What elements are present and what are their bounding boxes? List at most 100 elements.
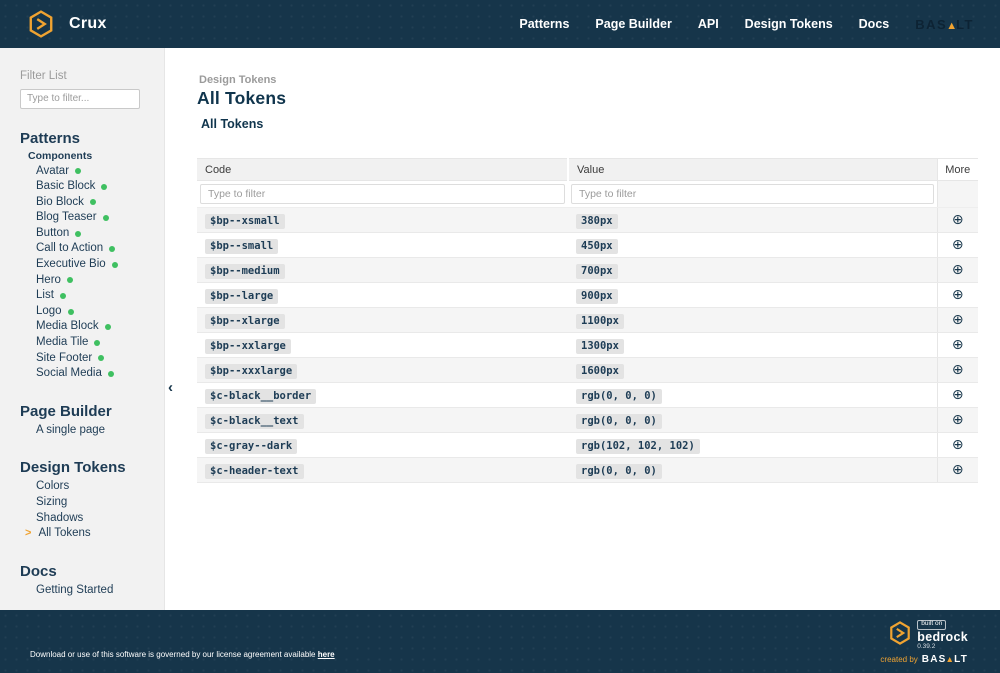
nav-item-page-builder[interactable]: Page Builder [595, 17, 671, 31]
sidebar-item-label: Bio Block [36, 195, 84, 211]
sidebar-item-all-tokens-active[interactable]: >All Tokens [36, 526, 156, 542]
license-here-link[interactable]: here [318, 650, 335, 659]
sidebar: Filter List Patterns Components Avatar B… [0, 48, 165, 610]
page-title: All Tokens [197, 88, 978, 109]
expand-row-button[interactable]: ⊕ [952, 338, 964, 352]
status-dot-icon [68, 309, 74, 315]
token-value: 900px [576, 289, 618, 304]
token-value: 1600px [576, 364, 624, 379]
expand-row-button[interactable]: ⊕ [952, 213, 964, 227]
sidebar-item-label: Sizing [36, 495, 67, 511]
nav-item-docs[interactable]: Docs [859, 17, 890, 31]
sidebar-item-avatar[interactable]: Avatar [36, 164, 156, 180]
column-header-more: More [937, 159, 978, 181]
token-value: 450px [576, 239, 618, 254]
token-value: rgb(0, 0, 0) [576, 414, 662, 429]
basalt-text: BAS [915, 17, 947, 32]
sidebar-item-blog-teaser[interactable]: Blog Teaser [36, 210, 156, 226]
code-filter-input[interactable] [200, 184, 565, 204]
sidebar-heading-page-builder[interactable]: Page Builder [20, 403, 156, 420]
token-code: $c-gray--dark [205, 439, 297, 454]
sidebar-item-sizing[interactable]: Sizing [36, 495, 156, 511]
basalt-footer-logo[interactable]: BAS▲LT [922, 654, 968, 665]
table-row: $bp--xsmall 380px ⊕ [197, 208, 978, 233]
expand-row-button[interactable]: ⊕ [952, 313, 964, 327]
tokens-table: Code Value More $bp--xsmall 380px ⊕ [197, 158, 978, 483]
footer-brand-block: built on bedrock 0.39.2 created by BAS▲L… [880, 620, 968, 665]
sidebar-filter-input[interactable] [20, 89, 140, 109]
sidebar-item-logo[interactable]: Logo [36, 304, 156, 320]
created-by-label: created by [880, 655, 917, 664]
token-value: rgb(102, 102, 102) [576, 439, 700, 454]
sidebar-item-basic-block[interactable]: Basic Block [36, 179, 156, 195]
sidebar-item-label: Avatar [36, 164, 69, 180]
sidebar-collapse-chevron-icon[interactable]: ‹ [168, 380, 173, 395]
sidebar-item-media-block[interactable]: Media Block [36, 319, 156, 335]
expand-row-button[interactable]: ⊕ [952, 388, 964, 402]
expand-row-button[interactable]: ⊕ [952, 263, 964, 277]
bedrock-meta: built on bedrock 0.39.2 [917, 620, 968, 651]
sidebar-item-media-tile[interactable]: Media Tile [36, 335, 156, 351]
bedrock-hexagon-icon [889, 621, 911, 650]
expand-row-button[interactable]: ⊕ [952, 238, 964, 252]
sidebar-item-button[interactable]: Button [36, 226, 156, 242]
expand-row-button[interactable]: ⊕ [952, 288, 964, 302]
sidebar-item-site-footer[interactable]: Site Footer [36, 351, 156, 367]
license-text: Download or use of this software is gove… [30, 650, 335, 659]
basalt-text: BAS [922, 654, 947, 665]
token-value: 380px [576, 214, 618, 229]
sidebar-item-label: Logo [36, 304, 62, 320]
sidebar-item-social-media[interactable]: Social Media [36, 366, 156, 382]
nav-item-api[interactable]: API [698, 17, 719, 31]
sidebar-item-getting-started[interactable]: Getting Started [36, 583, 156, 599]
token-value: rgb(0, 0, 0) [576, 389, 662, 404]
token-value: rgb(0, 0, 0) [576, 464, 662, 479]
token-code: $bp--xlarge [205, 314, 285, 329]
sidebar-item-label: Button [36, 226, 69, 242]
column-header-code: Code [197, 159, 568, 181]
basalt-logo[interactable]: BAS▲LT [915, 17, 974, 32]
nav-item-patterns[interactable]: Patterns [519, 17, 569, 31]
sidebar-item-a-single-page[interactable]: A single page [36, 423, 156, 439]
sidebar-item-label: Media Block [36, 319, 99, 335]
token-value: 1300px [576, 339, 624, 354]
expand-row-button[interactable]: ⊕ [952, 413, 964, 427]
table-row: $bp--xxlarge 1300px ⊕ [197, 333, 978, 358]
expand-row-button[interactable]: ⊕ [952, 363, 964, 377]
sidebar-item-label: Shadows [36, 511, 83, 527]
app-window: Crux Patterns Page Builder API Design To… [0, 0, 1000, 673]
sidebar-item-call-to-action[interactable]: Call to Action [36, 241, 156, 257]
sidebar-item-label: Blog Teaser [36, 210, 97, 226]
built-on-tag: built on [917, 620, 946, 630]
column-header-value: Value [568, 159, 937, 181]
sidebar-item-label: Call to Action [36, 241, 103, 257]
token-code: $c-black__text [205, 414, 304, 429]
value-filter-input[interactable] [571, 184, 934, 204]
token-code: $bp--medium [205, 264, 285, 279]
token-code: $bp--xxxlarge [205, 364, 297, 379]
top-nav-links: Patterns Page Builder API Design Tokens … [519, 17, 974, 32]
table-row: $c-gray--dark rgb(102, 102, 102) ⊕ [197, 433, 978, 458]
sidebar-item-label: Hero [36, 273, 61, 289]
top-navigation-bar: Crux Patterns Page Builder API Design To… [0, 0, 1000, 48]
brand[interactable]: Crux [28, 10, 107, 38]
sidebar-heading-docs[interactable]: Docs [20, 563, 156, 580]
status-dot-icon [103, 215, 109, 221]
sidebar-item-executive-bio[interactable]: Executive Bio [36, 257, 156, 273]
table-row: $bp--xlarge 1100px ⊕ [197, 308, 978, 333]
expand-row-button[interactable]: ⊕ [952, 463, 964, 477]
sidebar-item-colors[interactable]: Colors [36, 479, 156, 495]
page-footer: Download or use of this software is gove… [0, 610, 1000, 673]
sidebar-item-list[interactable]: List [36, 288, 156, 304]
table-row: $bp--small 450px ⊕ [197, 233, 978, 258]
active-item-marker-icon: > [25, 526, 31, 542]
sidebar-item-label: Social Media [36, 366, 102, 382]
sidebar-heading-patterns[interactable]: Patterns [20, 130, 156, 147]
nav-item-design-tokens[interactable]: Design Tokens [745, 17, 833, 31]
expand-row-button[interactable]: ⊕ [952, 438, 964, 452]
sidebar-heading-design-tokens[interactable]: Design Tokens [20, 459, 156, 476]
filter-list-label: Filter List [20, 70, 156, 82]
sidebar-item-bio-block[interactable]: Bio Block [36, 195, 156, 211]
sidebar-item-shadows[interactable]: Shadows [36, 511, 156, 527]
sidebar-item-hero[interactable]: Hero [36, 273, 156, 289]
